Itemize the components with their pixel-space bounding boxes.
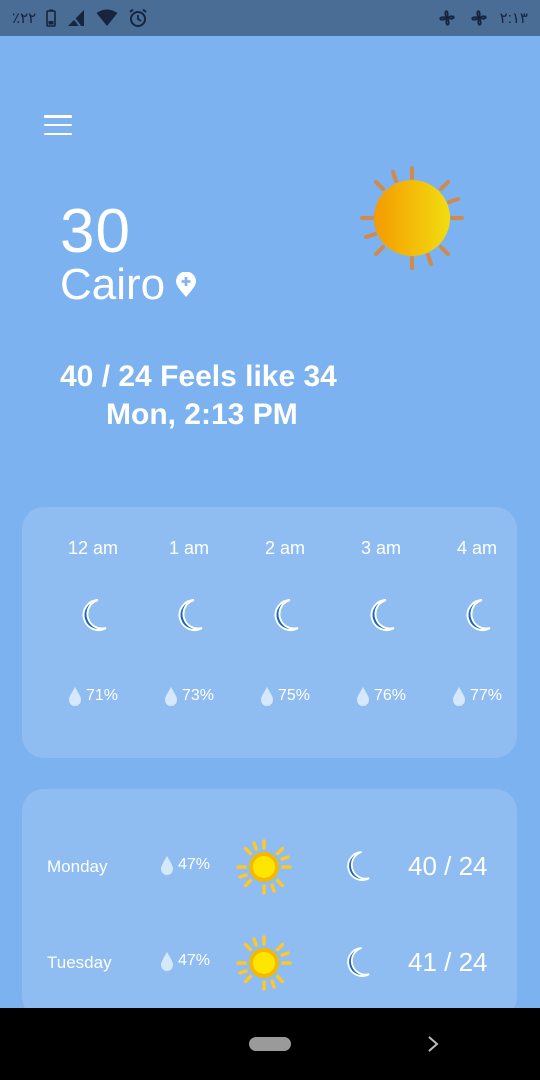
- hour-humidity: 77%: [429, 686, 525, 706]
- status-left: ٪٢٢: [12, 8, 148, 28]
- menu-icon-line: [44, 132, 72, 135]
- hour-humidity: 76%: [333, 686, 429, 706]
- fan-icon: [468, 7, 490, 29]
- status-bar: ٪٢٢ ٢:١٣: [0, 0, 540, 36]
- add-location-icon[interactable]: [175, 272, 197, 298]
- day-temps: 41 / 24: [408, 947, 488, 977]
- humidity-value: 71%: [85, 687, 119, 704]
- battery-percent: ٪٢٢: [12, 10, 37, 27]
- status-right: ٢:١٣: [436, 7, 528, 29]
- menu-button[interactable]: [44, 115, 72, 135]
- hour-label: 2 am: [264, 538, 306, 558]
- humidity-value: 76%: [373, 687, 407, 704]
- current-datetime: Mon, 2:13 PM: [106, 398, 298, 431]
- hour-label: 3 am: [360, 538, 402, 558]
- day-name: Tuesday: [47, 953, 112, 972]
- hour-label: 12 am: [67, 538, 119, 558]
- drop-icon: [161, 856, 173, 875]
- drop-icon: [161, 952, 173, 971]
- day-humidity: 47%: [160, 951, 210, 971]
- daily-row[interactable]: Tuesday 47% 41 / 24: [22, 933, 517, 993]
- current-temperature: 30: [60, 197, 131, 266]
- wifi-icon: [96, 9, 118, 27]
- drop-icon: [452, 687, 465, 706]
- sun-icon: [236, 935, 292, 991]
- moon-icon: [347, 947, 370, 977]
- day-humidity: 47%: [160, 855, 210, 875]
- moon-icon: [274, 599, 299, 631]
- battery-icon: [46, 9, 56, 27]
- home-button[interactable]: [249, 1037, 291, 1051]
- menu-icon-line: [44, 123, 72, 127]
- humidity-value: 47%: [178, 952, 211, 969]
- moon-icon: [82, 599, 107, 631]
- fan-icon: [436, 7, 458, 29]
- menu-icon-line: [44, 115, 72, 118]
- humidity-value: 77%: [469, 687, 503, 704]
- humidity-value: 75%: [277, 687, 311, 704]
- city-name: Cairo: [60, 260, 166, 309]
- hour-label: 1 am: [168, 538, 210, 558]
- drop-icon: [164, 687, 177, 706]
- hour-humidity: 73%: [141, 686, 237, 706]
- moon-icon: [466, 599, 491, 631]
- city-row: Cairo: [60, 260, 197, 310]
- drop-icon: [68, 687, 81, 706]
- moon-icon: [178, 599, 203, 631]
- day-temps: 40 / 24: [408, 851, 488, 881]
- drop-icon: [260, 687, 273, 706]
- moon-icon: [370, 599, 395, 631]
- daily-forecast-card[interactable]: Monday 47% 40 / 24 Tuesday 47% 41 / 24: [22, 789, 517, 1019]
- moon-icon: [347, 851, 370, 881]
- humidity-value: 73%: [181, 687, 215, 704]
- daily-row[interactable]: Monday 47% 40 / 24: [22, 837, 517, 897]
- hourly-forecast-card[interactable]: 12 am 71% 1 am 73% 2 am 75% 3 am 76% 4 a…: [22, 507, 517, 758]
- hour-label: 4 am: [456, 538, 498, 558]
- alarm-icon: [128, 8, 148, 28]
- navigation-bar: [0, 1008, 540, 1080]
- no-sim-icon: [66, 9, 86, 27]
- hour-humidity: 75%: [237, 686, 333, 706]
- min-max-feels: 40 / 24 Feels like 34: [60, 360, 337, 393]
- day-name: Monday: [47, 857, 108, 876]
- sun-icon: [360, 166, 464, 270]
- drop-icon: [356, 687, 369, 706]
- status-time: ٢:١٣: [499, 10, 528, 27]
- chevron-right-icon[interactable]: [426, 1034, 440, 1054]
- hour-humidity: 71%: [45, 686, 141, 706]
- sun-icon: [236, 839, 292, 895]
- humidity-value: 47%: [178, 856, 211, 873]
